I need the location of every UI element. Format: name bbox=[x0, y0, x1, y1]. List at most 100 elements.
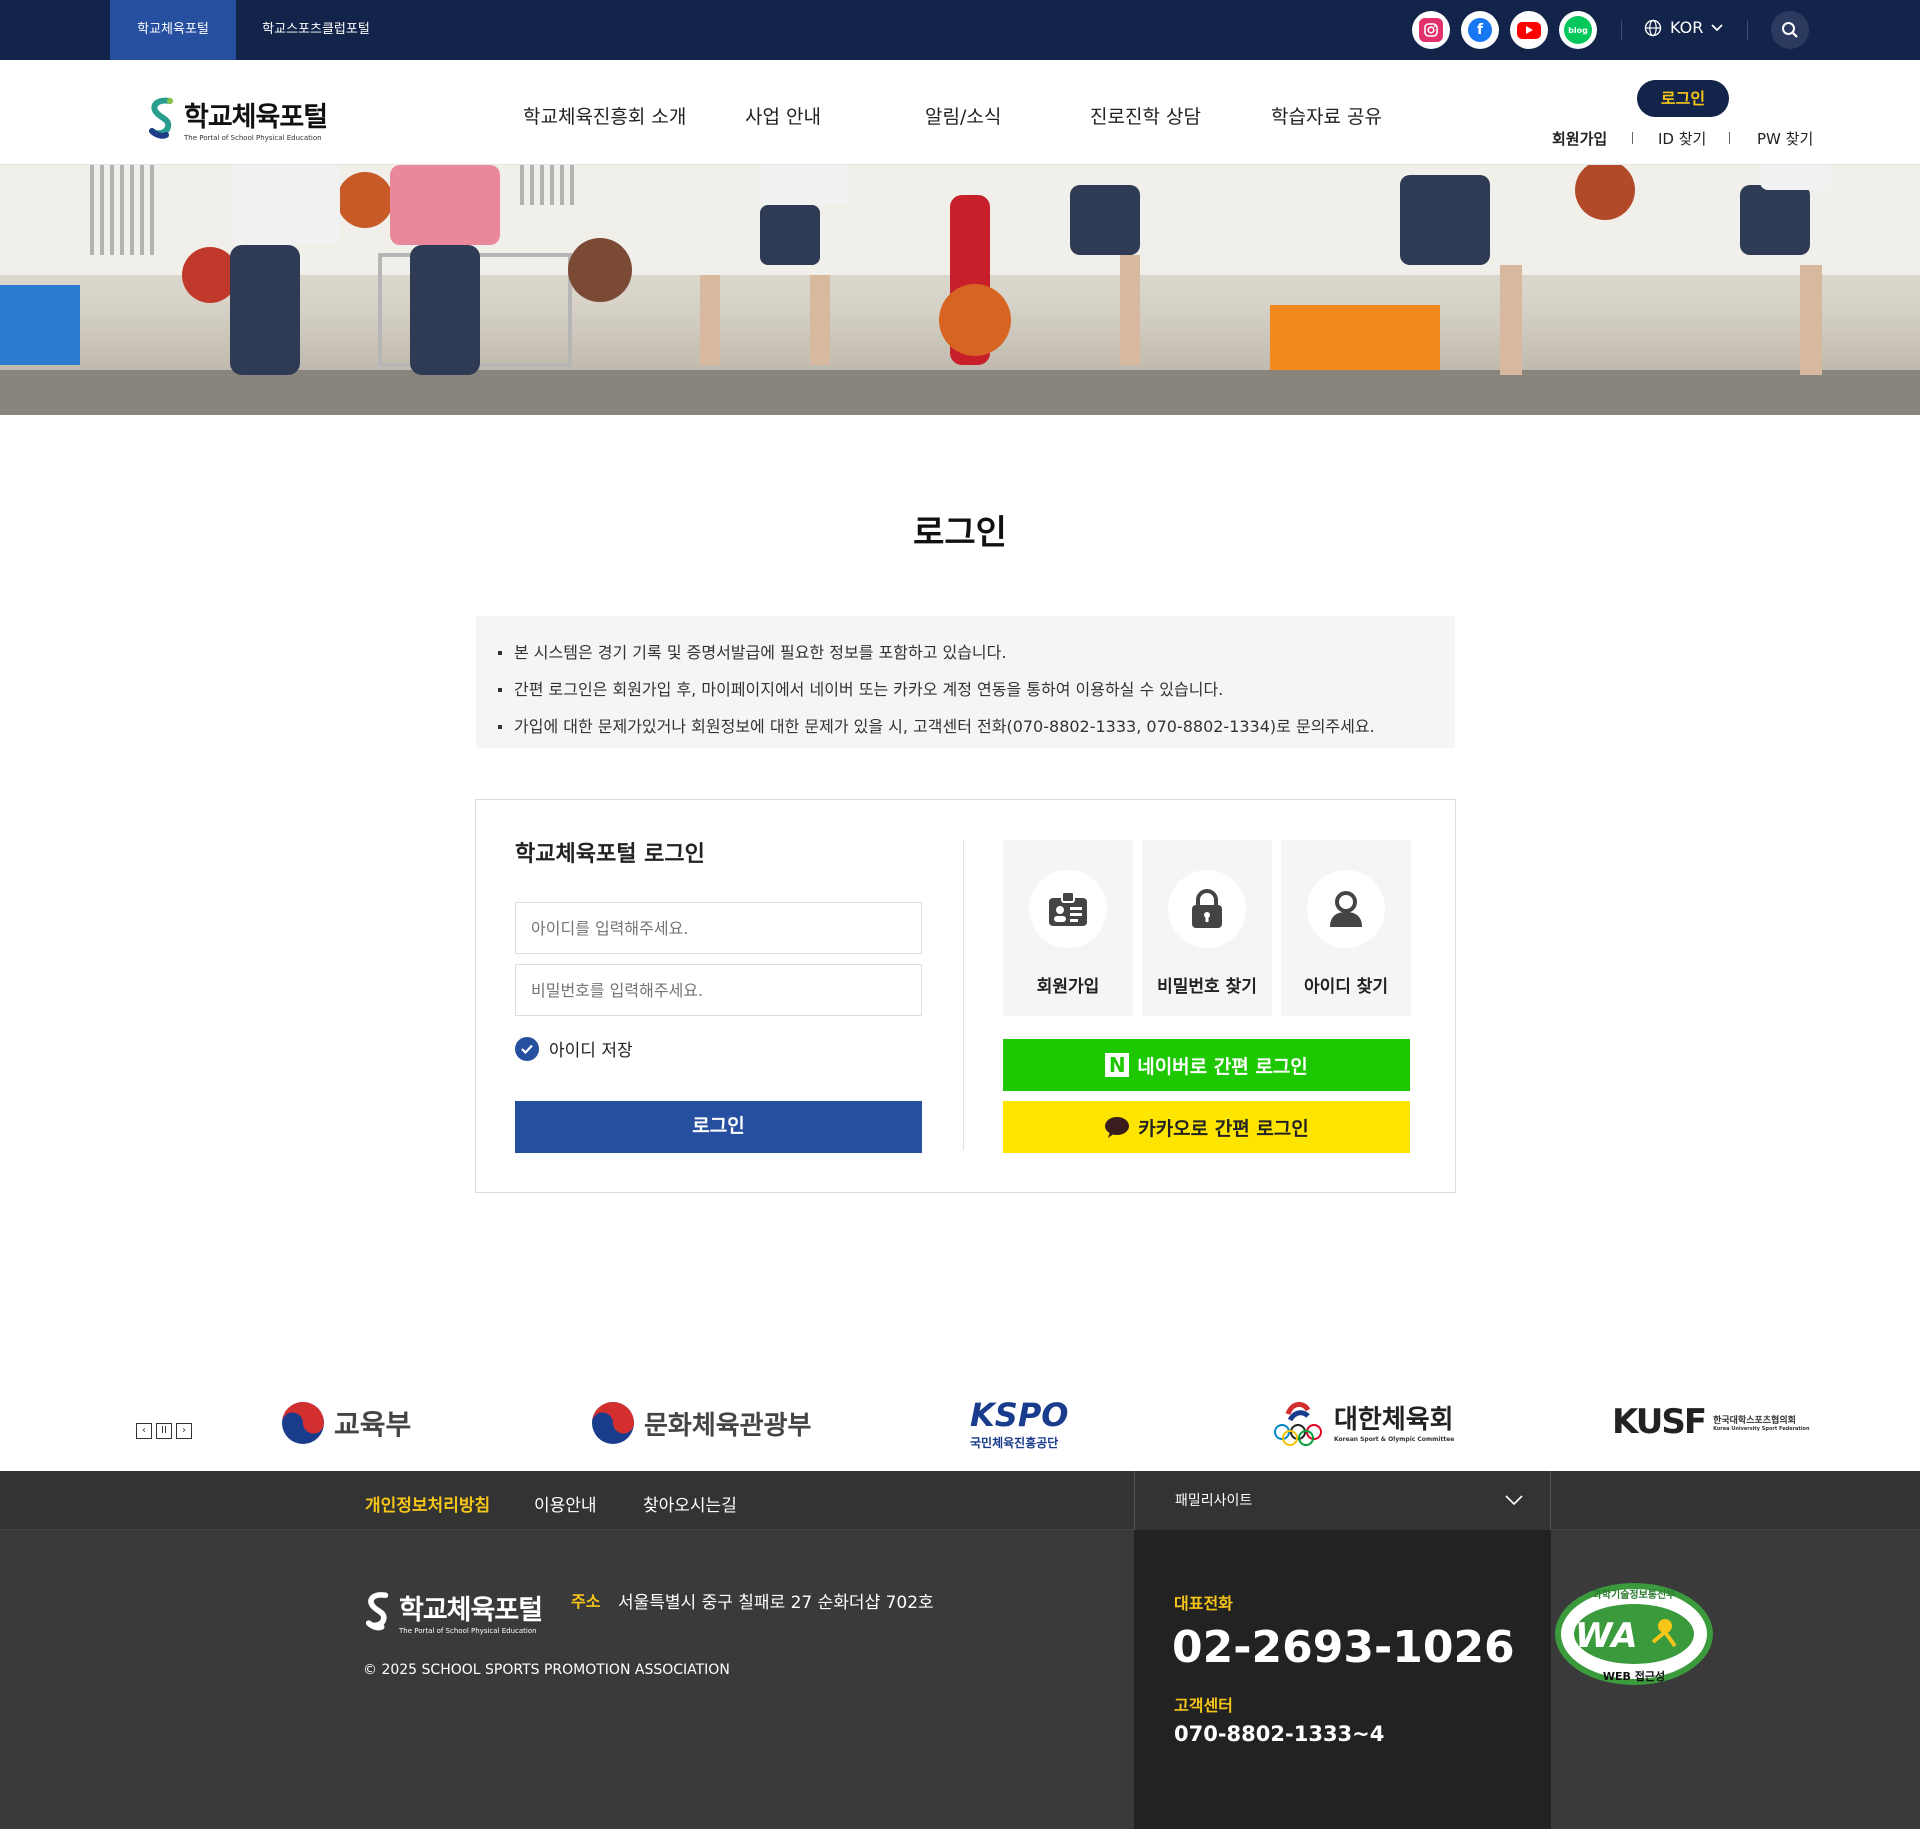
footer-logo: 학교체육포털 The Portal of School Physical Edu… bbox=[365, 1588, 543, 1635]
speech-bubble-icon bbox=[1105, 1117, 1130, 1138]
kakao-login-label: 카카오로 간편 로그인 bbox=[1138, 1117, 1309, 1140]
quick-link-label: 비밀번호 찾기 bbox=[1157, 977, 1257, 997]
search-icon bbox=[1782, 22, 1798, 38]
chevron-down-icon bbox=[1505, 1495, 1523, 1505]
top-bar: 학교체육포털 학교스포츠클럽포털 f blog KOR bbox=[0, 0, 1920, 60]
signup-link[interactable]: 회원가입 bbox=[1552, 128, 1607, 149]
naver-login-button[interactable]: N 네이버로 간편 로그인 bbox=[1003, 1039, 1410, 1091]
basketball-players-illustration bbox=[0, 165, 1920, 415]
terms-link[interactable]: 이용안내 bbox=[534, 1491, 597, 1516]
divider bbox=[963, 840, 964, 1150]
footer-link-bar: 개인정보처리방침 이용안내 찾아오시는길 패밀리사이트 bbox=[0, 1471, 1920, 1530]
partner-subname: Korean Sport & Olympic Committee bbox=[1334, 1436, 1455, 1443]
copyright: © 2025 SCHOOL SPORTS PROMOTION ASSOCIATI… bbox=[363, 1662, 730, 1678]
save-id-checkbox[interactable]: 아이디 저장 bbox=[515, 1036, 633, 1061]
language-label: KOR bbox=[1670, 18, 1704, 37]
blog-icon[interactable]: blog bbox=[1559, 11, 1597, 49]
prev-button[interactable]: ‹ bbox=[136, 1423, 152, 1439]
customer-center-label: 고객센터 bbox=[1174, 1696, 1233, 1715]
page-title: 로그인 bbox=[913, 513, 1007, 553]
chevron-down-icon bbox=[1711, 23, 1723, 31]
partner-mcst[interactable]: 문화체육관광부 bbox=[590, 1400, 811, 1446]
divider bbox=[1729, 132, 1730, 144]
youtube-icon[interactable] bbox=[1510, 11, 1548, 49]
address-label: 주소 bbox=[571, 1592, 601, 1611]
naver-icon: N bbox=[1105, 1053, 1130, 1077]
site-logo[interactable]: 학교체육포털 The Portal of School Physical Edu… bbox=[148, 95, 328, 142]
notice-box: 본 시스템은 경기 기록 및 증명서발급에 필요한 정보를 포함하고 있습니다.… bbox=[476, 616, 1455, 748]
pause-button[interactable]: II bbox=[156, 1423, 172, 1439]
nav-item-business[interactable]: 사업 안내 bbox=[745, 102, 821, 129]
taegeuk-icon bbox=[592, 1402, 634, 1444]
partner-name: 교육부 bbox=[334, 1408, 412, 1441]
instagram-icon[interactable] bbox=[1412, 11, 1450, 49]
divider bbox=[1632, 132, 1633, 144]
partner-name: KUSF bbox=[1612, 1402, 1707, 1442]
tel-label: 대표전화 bbox=[1174, 1594, 1233, 1613]
wa-badge-text: WA bbox=[1575, 1616, 1638, 1656]
login-submit-button[interactable]: 로그인 bbox=[515, 1101, 922, 1153]
partner-subname: Korea University Sport Federation bbox=[1713, 1425, 1810, 1432]
contact-panel bbox=[1134, 1530, 1551, 1829]
family-site-label: 패밀리사이트 bbox=[1175, 1493, 1253, 1509]
wa-badge-top: 과학기술정보통신부 bbox=[1592, 1590, 1676, 1601]
logo-mark-icon bbox=[365, 1591, 389, 1630]
search-button[interactable] bbox=[1771, 11, 1809, 49]
kakao-login-button[interactable]: 카카오로 간편 로그인 bbox=[1003, 1101, 1410, 1153]
olympic-rings-icon bbox=[1274, 1402, 1322, 1446]
login-heading: 학교체육포털 로그인 bbox=[515, 842, 705, 867]
password-input[interactable] bbox=[515, 964, 922, 1016]
facebook-icon[interactable]: f bbox=[1461, 11, 1499, 49]
id-card-icon bbox=[1029, 870, 1107, 948]
logo-mark-icon bbox=[149, 97, 173, 139]
family-site-select[interactable]: 패밀리사이트 bbox=[1134, 1471, 1551, 1530]
site-footer: 학교체육포털 The Portal of School Physical Edu… bbox=[0, 1530, 1920, 1829]
quick-link-label: 아이디 찾기 bbox=[1303, 977, 1389, 997]
nav-item-resources[interactable]: 학습자료 공유 bbox=[1271, 102, 1382, 129]
tab-school-sports-club-portal[interactable]: 학교스포츠클럽포털 bbox=[236, 0, 396, 60]
customer-center-phone: 070-8802-1333~4 bbox=[1174, 1722, 1385, 1746]
id-input[interactable] bbox=[515, 902, 922, 954]
find-pw-link[interactable]: PW 찾기 bbox=[1757, 128, 1813, 149]
lock-icon bbox=[1168, 870, 1246, 948]
notice-item: 본 시스템은 경기 기록 및 증명서발급에 필요한 정보를 포함하고 있습니다. bbox=[498, 634, 1455, 671]
partner-name: 대한체육회 bbox=[1334, 1405, 1454, 1435]
divider bbox=[1621, 20, 1622, 40]
privacy-policy-link[interactable]: 개인정보처리방침 bbox=[365, 1491, 490, 1516]
footer-logo-title: 학교체육포털 bbox=[399, 1595, 543, 1626]
web-accessibility-badge: WA 과학기술정보통신부 WEB 접근성 bbox=[1553, 1582, 1715, 1692]
tab-school-pe-portal[interactable]: 학교체육포털 bbox=[110, 0, 236, 60]
language-selector[interactable]: KOR bbox=[1644, 18, 1723, 37]
save-id-label: 아이디 저장 bbox=[549, 1041, 633, 1061]
globe-icon bbox=[1644, 19, 1662, 36]
header-login-button[interactable]: 로그인 bbox=[1637, 80, 1729, 117]
checkmark-icon bbox=[515, 1036, 539, 1061]
partner-kusf[interactable]: KUSF 한국대학스포츠협의회 Korea University Sport F… bbox=[1612, 1402, 1810, 1442]
hero-banner-image bbox=[0, 165, 1920, 415]
login-panel: 학교체육포털 로그인 아이디 저장 로그인 회원가입 비밀번호 찾기 아이디 찾… bbox=[475, 799, 1456, 1193]
partner-subname: 한국대학스포츠협의회 bbox=[1713, 1415, 1796, 1426]
notice-item: 가입에 대한 문제가있거나 회원정보에 대한 문제가 있을 시, 고객센터 전화… bbox=[498, 708, 1455, 745]
address: 서울특별시 중구 칠패로 27 순화더샵 702호 bbox=[618, 1593, 934, 1613]
quick-link-find-id[interactable]: 아이디 찾기 bbox=[1281, 840, 1411, 1016]
nav-item-news[interactable]: 알림/소식 bbox=[925, 102, 1001, 129]
partner-ksoc[interactable]: 대한체육회 Korean Sport & Olympic Committee bbox=[1270, 1396, 1454, 1446]
taegeuk-icon bbox=[282, 1402, 324, 1444]
directions-link[interactable]: 찾아오시는길 bbox=[643, 1491, 737, 1516]
logo-title: 학교체육포털 bbox=[184, 102, 328, 133]
partner-moe[interactable]: 교육부 bbox=[280, 1400, 411, 1446]
logo-subtitle: The Portal of School Physical Education bbox=[184, 134, 322, 142]
next-button[interactable]: › bbox=[176, 1423, 192, 1439]
partner-banner: ‹ II › 교육부 문화체육관광부 KSPO 국민체육진흥공단 대한체육회 K… bbox=[0, 1380, 1920, 1470]
main-phone: 02-2693-1026 bbox=[1172, 1622, 1515, 1673]
nav-item-about[interactable]: 학교체육진흥회 소개 bbox=[523, 102, 686, 129]
quick-link-label: 회원가입 bbox=[1036, 977, 1100, 997]
notice-item: 간편 로그인은 회원가입 후, 마이페이지에서 네이버 또는 카카오 계정 연동… bbox=[498, 671, 1455, 708]
find-id-link[interactable]: ID 찾기 bbox=[1658, 128, 1706, 149]
quick-link-find-password[interactable]: 비밀번호 찾기 bbox=[1142, 840, 1272, 1016]
quick-link-signup[interactable]: 회원가입 bbox=[1003, 840, 1133, 1016]
partner-name: KSPO bbox=[970, 1396, 1069, 1434]
naver-login-label: 네이버로 간편 로그인 bbox=[1137, 1055, 1308, 1078]
nav-item-career[interactable]: 진로진학 상담 bbox=[1090, 102, 1201, 129]
partner-kspo[interactable]: KSPO 국민체육진흥공단 bbox=[970, 1396, 1069, 1451]
